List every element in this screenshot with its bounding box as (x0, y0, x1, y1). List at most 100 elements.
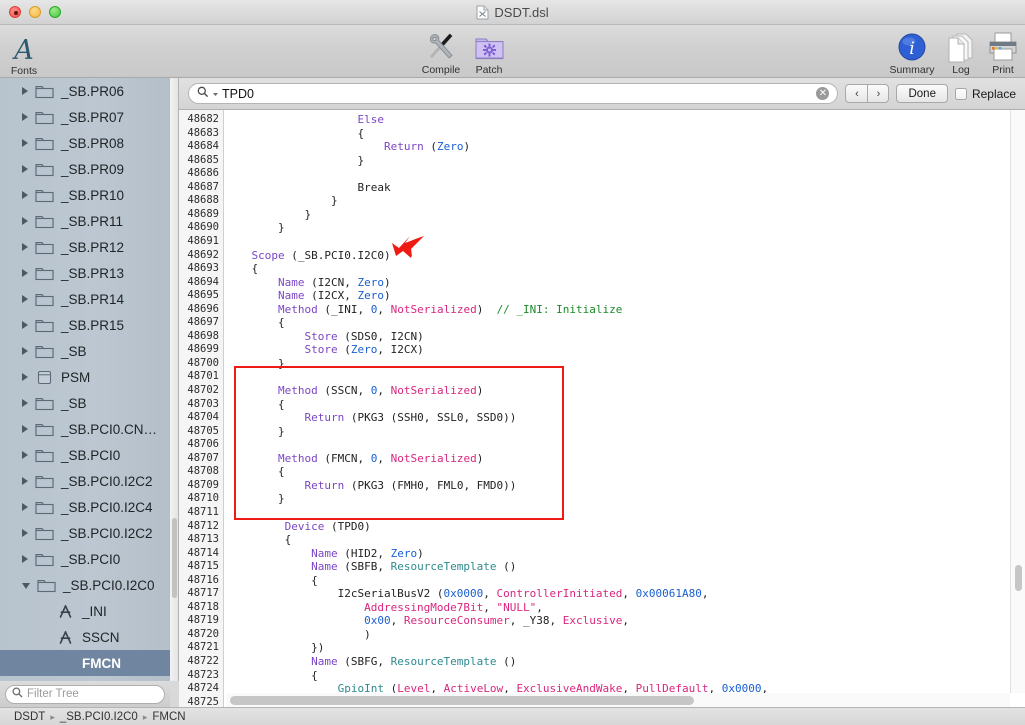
log-button[interactable]: Log (943, 26, 979, 76)
chevron-right-icon[interactable] (22, 165, 28, 173)
code-line[interactable]: } (225, 208, 311, 222)
tree-item--sb-pr07[interactable]: _SB.PR07 (0, 104, 170, 130)
code-line[interactable]: Name (HID2, Zero) (225, 547, 424, 561)
breadcrumb-item[interactable]: DSDT (14, 711, 45, 723)
tree-item--sb-pr08[interactable]: _SB.PR08 (0, 130, 170, 156)
code-line[interactable]: Break (225, 181, 391, 195)
find-previous-button[interactable]: ‹ (846, 85, 867, 102)
breadcrumb-item[interactable]: FMCN (152, 711, 185, 723)
chevron-right-icon[interactable] (22, 295, 28, 303)
tree-item--ini[interactable]: _INI (0, 598, 170, 624)
code-line[interactable]: } (225, 221, 285, 235)
code-line[interactable]: } (225, 425, 285, 439)
code-line[interactable]: } (225, 357, 285, 371)
code-line[interactable]: Name (SBFG, ResourceTemplate () (225, 655, 516, 669)
code-line[interactable]: Method (FMCN, 0, NotSerialized) (225, 452, 483, 466)
code-line[interactable]: Return (PKG3 (SSH0, SSL0, SSD0)) (225, 411, 516, 425)
code-line[interactable]: Else (225, 113, 384, 127)
tree-item-sscn[interactable]: SSCN (0, 624, 170, 650)
replace-checkbox[interactable] (955, 88, 967, 100)
compile-button[interactable]: Compile (417, 26, 465, 76)
tree-item--sb[interactable]: _SB (0, 338, 170, 364)
code-line[interactable]: { (225, 669, 318, 683)
code-line[interactable]: } (225, 194, 338, 208)
tree-item-psm[interactable]: PSM (0, 364, 170, 390)
tree-item--sb-pci0-cn-[interactable]: _SB.PCI0.CN… (0, 416, 170, 442)
code-line[interactable]: I2cSerialBusV2 (0x0000, ControllerInitia… (225, 587, 709, 601)
tree-item--sb-pci0[interactable]: _SB.PCI0 (0, 546, 170, 572)
tree-item--sb-pr09[interactable]: _SB.PR09 (0, 156, 170, 182)
fonts-button[interactable]: A Fonts (2, 27, 46, 77)
chevron-right-icon[interactable] (22, 87, 28, 95)
chevron-right-icon[interactable] (22, 347, 28, 355)
code-line[interactable]: AddressingMode7Bit, "NULL", (225, 601, 543, 615)
chevron-right-icon[interactable] (22, 373, 28, 381)
breadcrumb-item[interactable]: _SB.PCI0.I2C0 (60, 711, 138, 723)
code-line[interactable]: Method (SSCN, 0, NotSerialized) (225, 384, 483, 398)
tree-item--sb-pci0-i2c4[interactable]: _SB.PCI0.I2C4 (0, 494, 170, 520)
editor-vertical-scrollbar-thumb[interactable] (1015, 565, 1022, 591)
editor-horizontal-scrollbar[interactable] (226, 693, 1010, 707)
code-line[interactable]: { (225, 398, 285, 412)
chevron-right-icon[interactable] (22, 451, 28, 459)
replace-toggle[interactable]: Replace (955, 87, 1016, 101)
tree-item--sb-pci0-i2c2[interactable]: _SB.PCI0.I2C2 (0, 520, 170, 546)
summary-button[interactable]: i Summary (884, 26, 940, 76)
tree-item--sb-pr11[interactable]: _SB.PR11 (0, 208, 170, 234)
tree-item--sb-pci0-i2c0[interactable]: _SB.PCI0.I2C0 (0, 572, 170, 598)
chevron-right-icon[interactable] (22, 139, 28, 147)
code-text-area[interactable]: Else { Return (Zero) } Break } } } Scope… (225, 110, 1025, 707)
code-line[interactable]: { (225, 127, 364, 141)
chevron-right-icon[interactable] (22, 399, 28, 407)
tree-item--sb-pr13[interactable]: _SB.PR13 (0, 260, 170, 286)
code-line[interactable]: } (225, 154, 364, 168)
find-next-button[interactable]: › (867, 85, 888, 102)
code-line[interactable]: Method (_INI, 0, NotSerialized) // _INI:… (225, 303, 622, 317)
code-line[interactable]: { (225, 574, 318, 588)
chevron-right-icon[interactable] (22, 113, 28, 121)
code-line[interactable]: Store (SDS0, I2CN) (225, 330, 424, 344)
filter-tree-input[interactable]: Filter Tree (5, 685, 165, 704)
tree-item--sb-pr10[interactable]: _SB.PR10 (0, 182, 170, 208)
code-line[interactable]: Return (Zero) (225, 140, 470, 154)
tree-item-fmcn[interactable]: FMCN (0, 650, 170, 676)
tree-item--sb-pr14[interactable]: _SB.PR14 (0, 286, 170, 312)
code-line[interactable]: 0x00, ResourceConsumer, _Y38, Exclusive, (225, 614, 629, 628)
code-line[interactable]: Return (PKG3 (FMH0, FML0, FMD0)) (225, 479, 516, 493)
sidebar-scrollbar-thumb[interactable] (172, 518, 177, 598)
editor-vertical-scrollbar[interactable] (1010, 110, 1025, 693)
done-button[interactable]: Done (896, 84, 948, 103)
code-line[interactable]: Device (TPD0) (225, 520, 371, 534)
code-line[interactable]: Name (SBFB, ResourceTemplate () (225, 560, 516, 574)
code-line[interactable]: Store (Zero, I2CX) (225, 343, 424, 357)
code-line[interactable]: { (225, 262, 258, 276)
code-line[interactable]: ) (225, 628, 371, 642)
chevron-right-icon[interactable] (22, 217, 28, 225)
code-line[interactable]: { (225, 533, 291, 547)
search-dropdown-chevron-icon[interactable] (212, 85, 219, 103)
patch-button[interactable]: Patch (468, 26, 510, 76)
chevron-right-icon[interactable] (22, 191, 28, 199)
code-line[interactable]: { (225, 465, 285, 479)
code-line[interactable]: { (225, 316, 285, 330)
chevron-right-icon[interactable] (22, 555, 28, 563)
chevron-right-icon[interactable] (22, 269, 28, 277)
editor-horizontal-scrollbar-thumb[interactable] (230, 696, 694, 705)
chevron-down-icon[interactable] (22, 583, 30, 589)
tree-item--sb-pr12[interactable]: _SB.PR12 (0, 234, 170, 260)
tree-item--sb-pci0[interactable]: _SB.PCI0 (0, 442, 170, 468)
chevron-right-icon[interactable] (22, 503, 28, 511)
chevron-right-icon[interactable] (22, 529, 28, 537)
code-line[interactable]: } (225, 492, 285, 506)
chevron-right-icon[interactable] (22, 243, 28, 251)
find-nav-segmented[interactable]: ‹ › (845, 84, 889, 103)
code-line[interactable]: Scope (_SB.PCI0.I2C0) (225, 249, 391, 263)
tree-sidebar[interactable]: _SB.PR06_SB.PR07_SB.PR08_SB.PR09_SB.PR10… (0, 78, 170, 681)
print-button[interactable]: Print (983, 26, 1023, 76)
tree-item--sb[interactable]: _SB (0, 390, 170, 416)
clear-search-icon[interactable]: ✕ (816, 87, 829, 100)
chevron-right-icon[interactable] (22, 477, 28, 485)
search-input[interactable]: TPD0 ✕ (188, 83, 838, 104)
code-line[interactable]: Name (I2CX, Zero) (225, 289, 391, 303)
tree-item--sb-pr15[interactable]: _SB.PR15 (0, 312, 170, 338)
